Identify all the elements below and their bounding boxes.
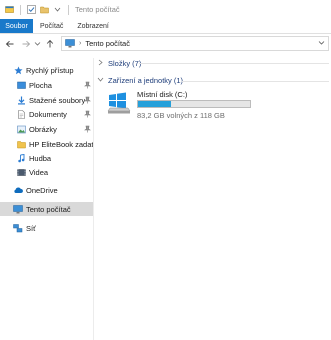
sidebar-label: Rychlý přístup bbox=[26, 65, 74, 75]
sidebar-item-videa[interactable]: Videa bbox=[0, 165, 93, 179]
address-bar[interactable]: › Tento počítač bbox=[61, 36, 329, 51]
drive-usage-bar bbox=[137, 100, 251, 108]
music-icon bbox=[17, 153, 26, 163]
tab-pocitac[interactable]: Počítač bbox=[33, 19, 70, 33]
network-icon bbox=[13, 223, 23, 233]
content-pane: Složky (7) Zařízení a jednotky (1) Místn… bbox=[97, 58, 331, 340]
address-dropdown-chevron-icon[interactable] bbox=[318, 39, 325, 48]
sidebar-item-dokumenty[interactable]: Dokumenty bbox=[0, 107, 93, 121]
sidebar-item-onedrive[interactable]: OneDrive bbox=[0, 183, 93, 197]
drive-item-c[interactable]: Místní disk (C:) 83,2 GB volných z 118 G… bbox=[107, 90, 267, 120]
folder-icon bbox=[17, 140, 26, 149]
sidebar-item-plocha[interactable]: Plocha bbox=[0, 78, 93, 92]
title-bar: Tento počítač bbox=[0, 0, 331, 19]
folder-icon[interactable] bbox=[40, 5, 49, 14]
sidebar-label: Hudba bbox=[29, 153, 52, 163]
sidebar-item-quick-access[interactable]: Rychlý přístup bbox=[0, 63, 93, 77]
video-icon bbox=[17, 168, 26, 177]
sidebar-label: Plocha bbox=[29, 80, 52, 90]
forward-arrow-icon[interactable] bbox=[20, 38, 32, 50]
desktop-folder-icon bbox=[17, 81, 26, 90]
group-divider bbox=[139, 63, 329, 64]
group-divider bbox=[182, 81, 329, 82]
pictures-icon bbox=[17, 125, 26, 134]
star-icon bbox=[14, 66, 23, 75]
quick-access-toolbar bbox=[0, 4, 71, 15]
drive-free-space: 83,2 GB volných z 118 GB bbox=[137, 111, 225, 120]
sidebar-item-hudba[interactable]: Hudba bbox=[0, 151, 93, 165]
navigation-bar: › Tento počítač bbox=[0, 35, 331, 52]
sidebar-label: Tento počítač bbox=[26, 204, 71, 214]
sidebar-label: Dokumenty bbox=[29, 109, 67, 119]
sidebar-item-tento-pocitac[interactable]: Tento počítač bbox=[0, 202, 93, 216]
toolbar-divider bbox=[20, 4, 21, 15]
sidebar-label: Síť bbox=[26, 223, 36, 233]
sidebar-label: Obrázky bbox=[29, 124, 57, 134]
dropdown-icon[interactable] bbox=[53, 5, 62, 14]
download-icon bbox=[17, 96, 26, 105]
pin-icon[interactable] bbox=[84, 125, 91, 133]
windows-drive-icon bbox=[107, 92, 131, 116]
group-header-devices[interactable]: Zařízení a jednotky (1) bbox=[97, 76, 183, 85]
sidebar-item-obrazky[interactable]: Obrázky bbox=[0, 122, 93, 136]
tab-soubor[interactable]: Soubor bbox=[0, 19, 33, 33]
explorer-icon[interactable] bbox=[5, 5, 14, 14]
back-arrow-icon[interactable] bbox=[4, 38, 16, 50]
monitor-icon bbox=[13, 204, 23, 214]
sidebar-label: Videa bbox=[29, 167, 49, 177]
tab-zobrazeni[interactable]: Zobrazení bbox=[70, 19, 116, 33]
monitor-icon bbox=[65, 39, 75, 48]
pin-icon[interactable] bbox=[84, 81, 91, 89]
toolbar-divider bbox=[68, 4, 69, 15]
window-title: Tento počítač bbox=[75, 5, 120, 14]
sidebar-item-sit[interactable]: Síť bbox=[0, 221, 93, 235]
navigation-pane: Rychlý přístup Plocha Stažené soubory Do… bbox=[0, 58, 94, 340]
ribbon-tabs: Soubor Počítač Zobrazení bbox=[0, 19, 331, 34]
cloud-icon bbox=[13, 186, 23, 195]
drive-usage-fill bbox=[138, 101, 172, 107]
sidebar-item-hp-elitebook[interactable]: HP EliteBook zadat bbox=[0, 137, 93, 151]
sidebar-label: OneDrive bbox=[26, 185, 58, 195]
checkmark-icon[interactable] bbox=[27, 5, 36, 14]
sidebar-label: Stažené soubory bbox=[29, 95, 86, 105]
group-header-label: Složky (7) bbox=[108, 59, 142, 68]
recent-locations-chevron-icon[interactable] bbox=[33, 38, 41, 50]
up-arrow-icon[interactable] bbox=[44, 38, 56, 50]
chevron-down-icon[interactable] bbox=[97, 77, 104, 84]
documents-icon bbox=[17, 109, 26, 119]
group-header-folders[interactable]: Složky (7) bbox=[97, 59, 141, 68]
sidebar-item-stazene-soubory[interactable]: Stažené soubory bbox=[0, 93, 93, 107]
pin-icon[interactable] bbox=[84, 110, 91, 118]
breadcrumb-separator-icon[interactable]: › bbox=[79, 40, 81, 47]
chevron-right-icon[interactable] bbox=[97, 59, 103, 68]
breadcrumb-this-pc[interactable]: Tento počítač bbox=[85, 39, 130, 48]
drive-name: Místní disk (C:) bbox=[137, 90, 188, 99]
pin-icon[interactable] bbox=[84, 96, 91, 104]
group-header-label: Zařízení a jednotky (1) bbox=[108, 76, 184, 85]
sidebar-label: HP EliteBook zadat bbox=[29, 139, 93, 149]
